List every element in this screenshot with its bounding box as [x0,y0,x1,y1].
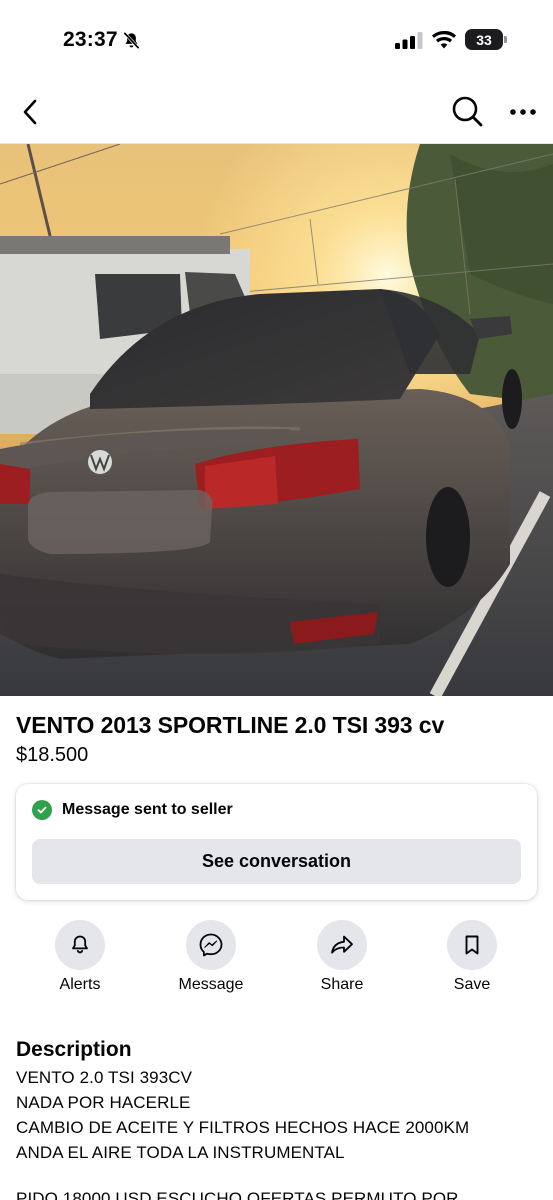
see-conversation-button[interactable]: See conversation [32,839,521,884]
status-indicators: 33 [395,29,507,50]
save-button[interactable]: Save [422,920,522,994]
action-bar: Alerts Message Share Save [0,920,553,1000]
description-line: NADA POR HACERLE [16,1093,191,1112]
alerts-button[interactable]: Alerts [30,920,130,994]
battery-level: 33 [476,31,492,48]
save-icon-circle[interactable] [447,920,497,970]
listing-photo[interactable] [0,144,553,696]
save-label: Save [453,976,491,993]
share-label: Share [320,976,364,993]
description-line: PIDO 18000 USD ESCUCHO OFERTAS PERMUTO P… [16,1189,459,1200]
alerts-icon-circle[interactable] [55,920,105,970]
bell-slash-icon [123,31,139,49]
share-icon [331,935,353,954]
description-line: ANDA EL AIRE TODA LA INSTRUMENTAL [16,1143,345,1162]
messenger-icon [199,933,223,957]
listing-price: $18.500 [16,744,89,766]
more-horizontal-icon[interactable] [506,96,540,128]
message-icon-circle[interactable] [186,920,236,970]
clock-text: 23:37 [63,28,118,51]
share-icon-circle[interactable] [317,920,367,970]
description-line: CAMBIO DE ACEITE Y FILTROS HECHOS HACE 2… [16,1118,470,1137]
chevron-left-icon[interactable] [16,96,48,128]
bell-icon [72,935,88,954]
checkmark-circle-icon [32,800,52,820]
description-heading: Description [16,1038,132,1061]
battery-icon: 33 [465,29,507,50]
listing-title: VENTO 2013 SPORTLINE 2.0 TSI 393 cv [16,712,445,738]
search-icon[interactable] [450,94,484,128]
message-sent-card: Message sent to seller See conversation [16,784,537,900]
signal-icon [395,31,423,49]
message-label: Message [178,976,244,993]
car-photo-illustration [0,144,553,696]
message-sent-status: Message sent to seller [32,800,233,820]
description-line: VENTO 2.0 TSI 393CV [16,1068,193,1087]
message-sent-text: Message sent to seller [62,801,233,818]
alerts-label: Alerts [59,976,101,993]
status-bar: 23:37 33 [0,0,553,82]
wifi-icon [432,30,456,48]
message-button[interactable]: Message [161,920,261,994]
top-nav-bar [0,82,553,144]
status-time: 23:37 [63,28,141,52]
bookmark-icon [465,935,479,955]
share-button[interactable]: Share [292,920,392,994]
